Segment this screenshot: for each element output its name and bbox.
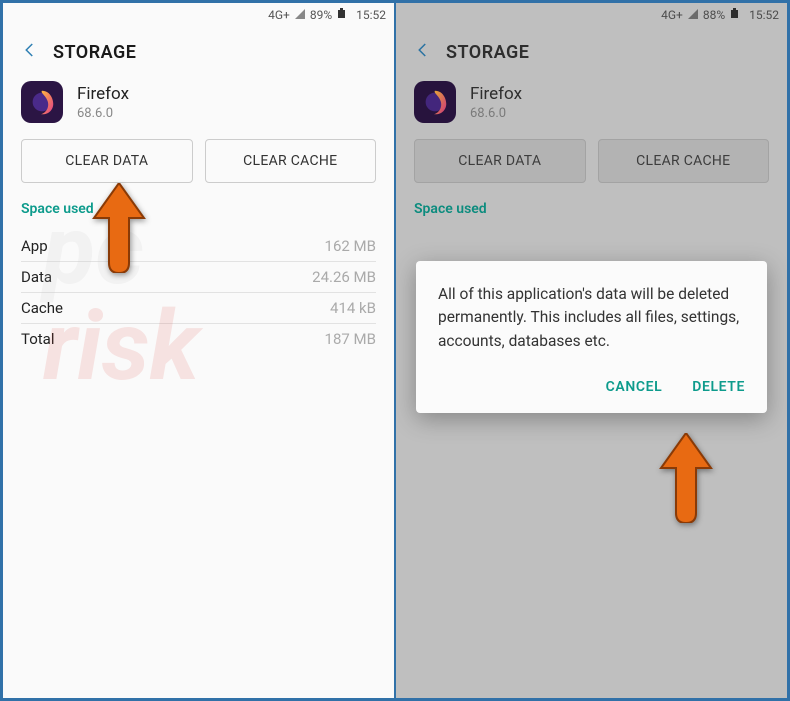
pointer-arrow-icon bbox=[656, 433, 716, 527]
stat-label: Data bbox=[21, 268, 52, 286]
stat-row-total: Total 187 MB bbox=[21, 324, 376, 354]
pointer-arrow-icon bbox=[89, 183, 149, 277]
space-used-label: Space used bbox=[396, 201, 787, 231]
action-buttons: CLEAR DATA CLEAR CACHE bbox=[3, 139, 394, 201]
screenshot-right: 4G+ 88% 15:52 STORAGE bbox=[396, 3, 787, 698]
firefox-icon bbox=[21, 81, 63, 123]
page-title: STORAGE bbox=[53, 42, 136, 63]
space-used-label: Space used bbox=[3, 201, 394, 231]
status-bar: 4G+ 89% 15:52 bbox=[3, 3, 394, 27]
firefox-icon bbox=[414, 81, 456, 123]
screenshot-left: pcrisk 4G+ 89% 15:52 STORAGE bbox=[3, 3, 396, 698]
app-info-row: Firefox 68.6.0 bbox=[396, 73, 787, 139]
storage-stats: App 162 MB Data 24.26 MB Cache 414 kB To… bbox=[3, 231, 394, 354]
dialog-actions: CANCEL DELETE bbox=[438, 379, 745, 403]
app-version: 68.6.0 bbox=[470, 106, 522, 121]
action-buttons: CLEAR DATA CLEAR CACHE bbox=[396, 139, 787, 201]
app-name: Firefox bbox=[77, 84, 129, 104]
stat-label: Total bbox=[21, 330, 55, 348]
battery-icon bbox=[336, 8, 348, 23]
app-version: 68.6.0 bbox=[77, 106, 129, 121]
page-title: STORAGE bbox=[446, 42, 529, 63]
stat-value: 24.26 MB bbox=[312, 268, 376, 286]
page-header: STORAGE bbox=[3, 27, 394, 73]
network-indicator: 4G+ bbox=[268, 8, 290, 22]
clear-data-button[interactable]: CLEAR DATA bbox=[414, 139, 586, 183]
app-name: Firefox bbox=[470, 84, 522, 104]
stat-label: App bbox=[21, 237, 48, 255]
network-indicator: 4G+ bbox=[661, 8, 683, 22]
cancel-button[interactable]: CANCEL bbox=[606, 379, 663, 395]
clock: 15:52 bbox=[356, 8, 386, 22]
status-bar: 4G+ 88% 15:52 bbox=[396, 3, 787, 27]
back-icon[interactable] bbox=[21, 41, 39, 63]
stat-row-data: Data 24.26 MB bbox=[21, 262, 376, 293]
battery-percent: 88% bbox=[703, 8, 725, 22]
stat-value: 162 MB bbox=[325, 237, 376, 255]
battery-icon bbox=[729, 8, 741, 23]
clear-cache-button[interactable]: CLEAR CACHE bbox=[598, 139, 770, 183]
dialog-message: All of this application's data will be d… bbox=[438, 283, 745, 353]
clear-cache-button[interactable]: CLEAR CACHE bbox=[205, 139, 377, 183]
battery-percent: 89% bbox=[310, 8, 332, 22]
signal-icon bbox=[294, 8, 306, 23]
back-icon[interactable] bbox=[414, 41, 432, 63]
stat-value: 414 kB bbox=[330, 299, 376, 317]
app-info-row: Firefox 68.6.0 bbox=[3, 73, 394, 139]
confirm-dialog: All of this application's data will be d… bbox=[416, 261, 767, 413]
clear-data-button[interactable]: CLEAR DATA bbox=[21, 139, 193, 183]
stat-row-app: App 162 MB bbox=[21, 231, 376, 262]
stat-value: 187 MB bbox=[325, 330, 376, 348]
clock: 15:52 bbox=[749, 8, 779, 22]
page-header: STORAGE bbox=[396, 27, 787, 73]
stat-row-cache: Cache 414 kB bbox=[21, 293, 376, 324]
delete-button[interactable]: DELETE bbox=[692, 379, 745, 395]
stat-label: Cache bbox=[21, 299, 63, 317]
signal-icon bbox=[687, 8, 699, 23]
